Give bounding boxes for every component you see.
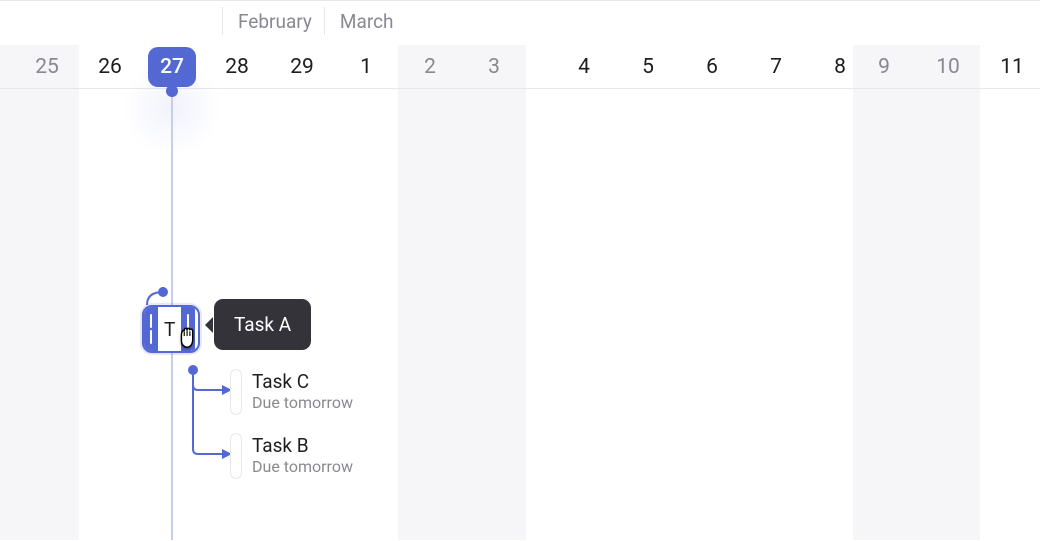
task-chip[interactable] [230,369,242,415]
dependency-arrow-task-b [188,365,232,459]
date-label: 3 [488,55,500,79]
month-label-february[interactable]: February [237,10,313,33]
date-label: 1 [360,55,372,79]
date-cell-7[interactable]: 7 [744,45,808,89]
task-title: Task C [252,371,353,393]
date-label: 8 [834,55,846,79]
timeline-grid[interactable]: T Task A [0,89,1040,541]
task-chip[interactable] [230,433,242,479]
month-header: February March [0,7,1040,35]
month-label-march[interactable]: March [339,10,395,33]
date-cell-29[interactable]: 29 [270,45,334,89]
date-label: 29 [290,55,314,79]
task-label: T [158,318,181,341]
task-text: Task B Due tomorrow [252,435,353,477]
task-resize-handle-right[interactable] [181,307,195,351]
date-cell-4[interactable]: 4 [552,45,616,89]
task-text: Task C Due tomorrow [252,371,353,413]
date-label: 4 [578,55,590,79]
date-label: 25 [35,55,59,79]
task-connector-stub [142,287,172,309]
task-title: Task B [252,435,353,457]
date-cell-6[interactable]: 6 [680,45,744,89]
task-tooltip: Task A [214,299,311,350]
date-label: 2 [424,55,436,79]
date-label: 10 [936,55,960,79]
task-subtitle: Due tomorrow [252,457,353,477]
date-label: 7 [770,55,782,79]
date-cell-9[interactable]: 9 [852,45,916,89]
task-subtitle: Due tomorrow [252,393,353,413]
timeline-view: February March 25262728291234567891011 T [0,0,1040,540]
date-cell-5[interactable]: 5 [616,45,680,89]
month-divider [222,7,223,35]
month-divider [324,7,325,35]
date-label: 28 [225,55,249,79]
date-label: 9 [878,55,890,79]
date-cell-10[interactable]: 10 [916,45,980,89]
date-cell-1[interactable]: 1 [334,45,398,89]
date-cell-2[interactable]: 2 [398,45,462,89]
date-cell-11[interactable]: 11 [980,45,1040,89]
tooltip-text: Task A [234,313,291,336]
task-resize-handle-left[interactable] [144,307,158,351]
date-label: 6 [706,55,718,79]
date-cell-3[interactable]: 3 [462,45,526,89]
date-label: 11 [1000,55,1024,79]
dependent-task-c[interactable]: Task C Due tomorrow [230,369,353,415]
date-label: 5 [642,55,654,79]
date-label: 26 [98,55,122,79]
dependent-task-b[interactable]: Task B Due tomorrow [230,433,353,479]
task-bar-task-a[interactable]: T [142,305,200,353]
date-cell-25[interactable]: 25 [15,45,79,89]
